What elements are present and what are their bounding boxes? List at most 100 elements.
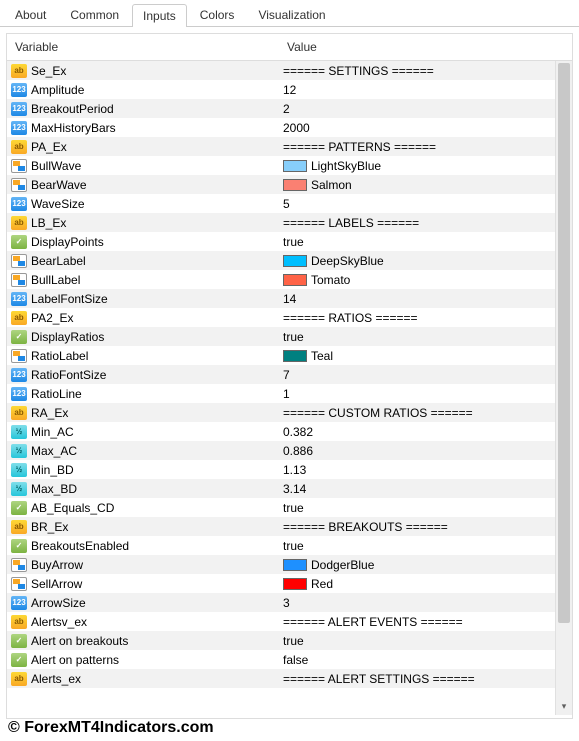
value-text: Red xyxy=(311,577,333,591)
table-row[interactable]: ½ Min_BD 1.13 xyxy=(7,460,555,479)
table-row[interactable]: 123RatioLine1 xyxy=(7,384,555,403)
color-type-icon xyxy=(11,254,27,268)
scroll-down-icon[interactable]: ▾ xyxy=(556,698,572,715)
table-row[interactable]: ✓DisplayPointstrue xyxy=(7,232,555,251)
int-type-icon: 123 xyxy=(11,121,27,135)
variable-name: WaveSize xyxy=(31,197,85,211)
value-text: true xyxy=(283,501,304,515)
variable-name: BearWave xyxy=(31,178,87,192)
value-text: DodgerBlue xyxy=(311,558,374,572)
table-row[interactable]: ✓Alert on patternsfalse xyxy=(7,650,555,669)
table-row[interactable]: abSe_Ex====== SETTINGS ====== xyxy=(7,61,555,80)
value-text: 1 xyxy=(283,387,290,401)
table-row[interactable]: abRA_Ex====== CUSTOM RATIOS ====== xyxy=(7,403,555,422)
table-row[interactable]: SellArrowRed xyxy=(7,574,555,593)
color-swatch xyxy=(283,274,307,286)
tabs: AboutCommonInputsColorsVisualization xyxy=(0,0,579,27)
table-row[interactable]: abAlerts_ex====== ALERT SETTINGS ====== xyxy=(7,669,555,688)
value-text: ====== CUSTOM RATIOS ====== xyxy=(283,406,473,420)
table-row[interactable]: ½Max_AC0.886 xyxy=(7,441,555,460)
table-row[interactable]: abLB_Ex====== LABELS ====== xyxy=(7,213,555,232)
value-text: 2 xyxy=(283,102,290,116)
table-row[interactable]: ½Max_BD3.14 xyxy=(7,479,555,498)
scrollbar[interactable]: ▾ xyxy=(555,61,572,715)
value-text: 1.13 xyxy=(283,463,306,477)
table-row[interactable]: BullWaveLightSkyBlue xyxy=(7,156,555,175)
value-text: ====== SETTINGS ====== xyxy=(283,64,434,78)
color-swatch xyxy=(283,559,307,571)
table-row[interactable]: ✓DisplayRatiostrue xyxy=(7,327,555,346)
bool-type-icon: ✓ xyxy=(11,634,27,648)
color-swatch xyxy=(283,578,307,590)
tab-common[interactable]: Common xyxy=(59,3,130,26)
color-type-icon xyxy=(11,273,27,287)
table-row[interactable]: 123ArrowSize3 xyxy=(7,593,555,612)
color-type-icon xyxy=(11,577,27,591)
value-text: true xyxy=(283,539,304,553)
table-row[interactable]: 123RatioFontSize7 xyxy=(7,365,555,384)
variable-name: DisplayPoints xyxy=(31,235,104,249)
table-row[interactable]: 123MaxHistoryBars2000 xyxy=(7,118,555,137)
str-type-icon: ab xyxy=(11,216,27,230)
value-text: 14 xyxy=(283,292,296,306)
table-row[interactable]: 123LabelFontSize14 xyxy=(7,289,555,308)
table-row[interactable]: abPA_Ex====== PATTERNS ====== xyxy=(7,137,555,156)
variable-name: Se_Ex xyxy=(31,64,66,78)
value-text: 3.14 xyxy=(283,482,306,496)
color-type-icon xyxy=(11,349,27,363)
table-row[interactable]: 123WaveSize5 xyxy=(7,194,555,213)
color-type-icon xyxy=(11,178,27,192)
table-row[interactable]: BearWaveSalmon xyxy=(7,175,555,194)
bool-type-icon: ✓ xyxy=(11,653,27,667)
table-row[interactable]: abAlertsv_ex====== ALERT EVENTS ====== xyxy=(7,612,555,631)
int-type-icon: 123 xyxy=(11,83,27,97)
value-text: ====== RATIOS ====== xyxy=(283,311,418,325)
table-row[interactable]: BearLabel DeepSkyBlue xyxy=(7,251,555,270)
variable-name: BearLabel xyxy=(31,254,86,268)
variable-name: Alerts_ex xyxy=(31,672,81,686)
color-type-icon xyxy=(11,159,27,173)
table-row[interactable]: 123BreakoutPeriod2 xyxy=(7,99,555,118)
variable-name: Alert on patterns xyxy=(31,653,119,667)
table-row[interactable]: BullLabelTomato xyxy=(7,270,555,289)
variable-name: BreakoutsEnabled xyxy=(31,539,129,553)
value-text: 2000 xyxy=(283,121,310,135)
dbl-type-icon: ½ xyxy=(11,425,27,439)
table-row[interactable]: ✓Alert on breakoutstrue xyxy=(7,631,555,650)
variable-name: Max_AC xyxy=(31,444,77,458)
variable-name: BuyArrow xyxy=(31,558,83,572)
value-text: true xyxy=(283,634,304,648)
variable-name: Min_BD xyxy=(31,463,74,477)
value-text: 0.382 xyxy=(283,425,313,439)
dbl-type-icon: ½ xyxy=(11,463,27,477)
variable-name: Min_AC xyxy=(31,425,74,439)
table-row[interactable]: ✓ BreakoutsEnabled true xyxy=(7,536,555,555)
variable-name: Amplitude xyxy=(31,83,84,97)
tab-inputs[interactable]: Inputs xyxy=(132,4,187,27)
str-type-icon: ab xyxy=(11,615,27,629)
tab-visualization[interactable]: Visualization xyxy=(247,3,336,26)
value-text: Tomato xyxy=(311,273,350,287)
color-swatch xyxy=(283,160,307,172)
table-row[interactable]: ½ Min_AC 0.382 xyxy=(7,422,555,441)
table-row[interactable]: RatioLabelTeal xyxy=(7,346,555,365)
col-header-variable[interactable]: Variable xyxy=(7,34,279,61)
value-text: true xyxy=(283,235,304,249)
variable-name: DisplayRatios xyxy=(31,330,104,344)
scroll-thumb[interactable] xyxy=(558,63,570,623)
table-row[interactable]: abBR_Ex====== BREAKOUTS ====== xyxy=(7,517,555,536)
bool-type-icon: ✓ xyxy=(11,330,27,344)
bool-type-icon: ✓ xyxy=(11,539,27,553)
tab-about[interactable]: About xyxy=(4,3,57,26)
color-swatch xyxy=(283,179,307,191)
inputs-grid-body: ab Se_Ex ====== SETTINGS ====== 123 Amplitud… xyxy=(7,61,555,688)
col-header-value[interactable]: Value xyxy=(279,34,572,61)
int-type-icon: 123 xyxy=(11,596,27,610)
value-text: DeepSkyBlue xyxy=(311,254,384,268)
table-row[interactable]: BuyArrow DodgerBlue xyxy=(7,555,555,574)
table-row[interactable]: 123Amplitude12 xyxy=(7,80,555,99)
table-row[interactable]: ✓AB_Equals_CDtrue xyxy=(7,498,555,517)
tab-colors[interactable]: Colors xyxy=(189,3,246,26)
table-row[interactable]: abPA2_Ex====== RATIOS ====== xyxy=(7,308,555,327)
str-type-icon: ab xyxy=(11,311,27,325)
